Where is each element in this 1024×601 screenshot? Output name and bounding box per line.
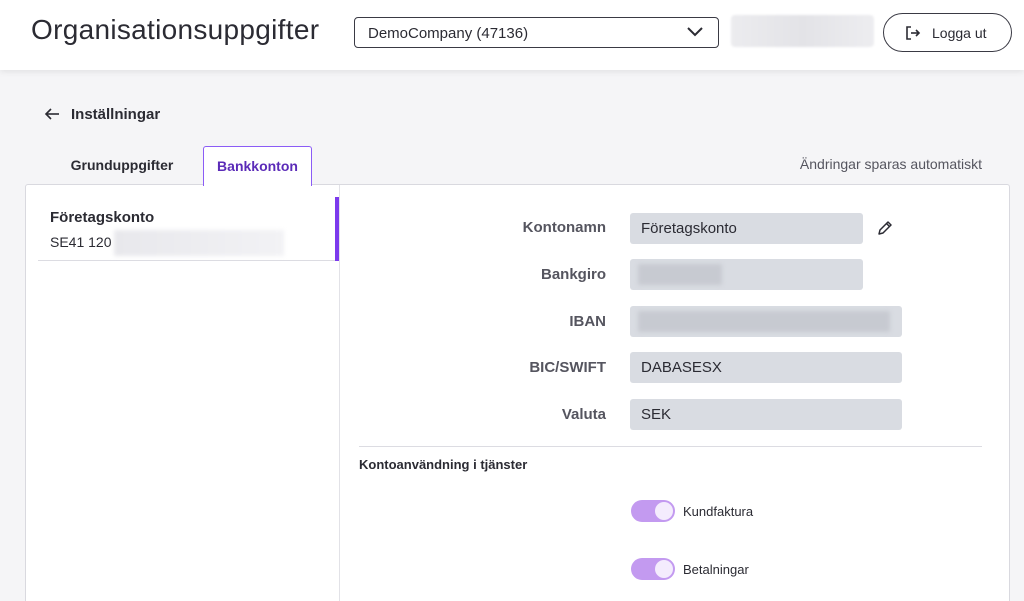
toggle-knob [655, 502, 673, 520]
chevron-down-icon [687, 27, 703, 37]
arrow-left-icon [44, 108, 59, 120]
tab-bankkonton[interactable]: Bankkonton [203, 146, 312, 186]
valuta-field[interactable]: SEK [630, 399, 902, 430]
kundfaktura-label: Kundfaktura [683, 504, 754, 519]
toggle-knob [655, 560, 673, 578]
bank-accounts-panel: Företagskonto SE41 120 [25, 184, 1010, 601]
logout-icon [906, 26, 921, 40]
iban-label: IBAN [569, 313, 606, 330]
user-info-redacted [731, 15, 874, 47]
panel-divider [339, 185, 340, 601]
selected-indicator [335, 197, 339, 261]
account-number: SE41 120 [50, 234, 112, 250]
pencil-icon[interactable] [876, 219, 894, 237]
betalningar-toggle[interactable] [631, 558, 675, 580]
account-name: Företagskonto [50, 209, 155, 226]
company-select-value: DemoCompany (47136) [368, 25, 529, 42]
betalningar-label: Betalningar [683, 562, 749, 577]
section-divider [359, 446, 982, 447]
logout-button[interactable]: Logga ut [883, 13, 1012, 52]
autosave-note: Ändringar sparas automatiskt [799, 156, 982, 172]
usage-section-title: Kontoanvändning i tjänster [359, 457, 528, 472]
kontonamn-field[interactable]: Företagskonto [630, 213, 863, 244]
kontonamn-value: Företagskonto [641, 220, 737, 237]
iban-redacted [638, 311, 890, 332]
valuta-label: Valuta [561, 406, 606, 423]
page-title: Organisationsuppgifter [31, 14, 320, 45]
bankgiro-redacted [638, 264, 722, 285]
back-link-label: Inställningar [71, 106, 161, 123]
bic-value: DABASESX [641, 359, 722, 376]
bankgiro-label: Bankgiro [540, 266, 606, 283]
logout-label: Logga ut [932, 25, 987, 41]
bic-label: BIC/SWIFT [529, 359, 606, 376]
bic-field[interactable]: DABASESX [630, 352, 902, 383]
valuta-value: SEK [641, 406, 672, 423]
kundfaktura-toggle[interactable] [631, 500, 675, 522]
account-number-redacted [114, 230, 284, 256]
kontonamn-label: Kontonamn [522, 219, 606, 236]
company-select[interactable]: DemoCompany (47136) [354, 17, 719, 48]
account-list-item[interactable]: Företagskonto SE41 120 [38, 197, 339, 261]
top-header: Organisationsuppgifter DemoCompany (4713… [0, 0, 1024, 70]
bankgiro-field[interactable] [630, 259, 863, 290]
tab-grunduppgifter[interactable]: Grunduppgifter [58, 146, 186, 185]
iban-field[interactable] [630, 306, 902, 337]
